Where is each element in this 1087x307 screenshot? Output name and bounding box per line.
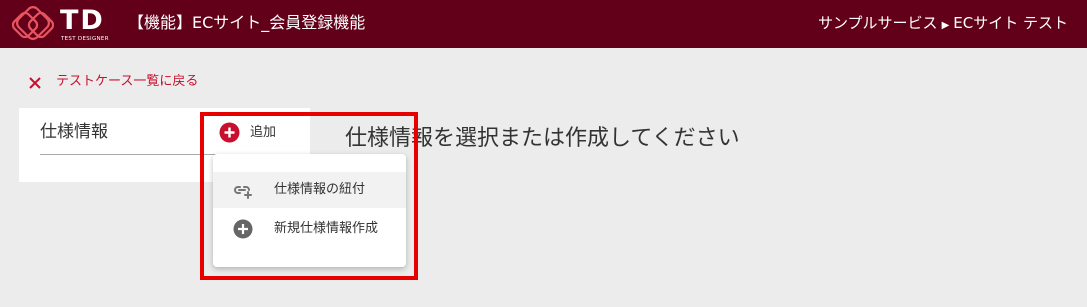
plus-circle-icon (219, 122, 240, 143)
spec-panel-title: 仕様情報 (40, 122, 108, 142)
add-dropdown-menu: 仕様情報の紐付 新規仕様情報作成 (213, 154, 406, 267)
logo-icon (12, 6, 54, 40)
plus-circle-icon (233, 219, 253, 239)
top-app-bar: TD TEST DESIGNER 【機能】ECサイト_会員登録機能 サンプルサー… (0, 0, 1087, 48)
back-link-label: テストケース一覧に戻る (56, 74, 199, 89)
logo-text: TD (60, 5, 105, 36)
menu-item-label: 仕様情報の紐付 (274, 182, 366, 197)
menu-item-link-spec[interactable]: 仕様情報の紐付 (213, 172, 406, 208)
menu-item-label: 新規仕様情報作成 (274, 221, 379, 236)
logo-subtext: TEST DESIGNER (61, 36, 109, 42)
breadcrumb: サンプルサービス ▶ ECサイト テスト (818, 12, 1068, 37)
empty-state-message: 仕様情報を選択または作成してください (345, 126, 740, 151)
add-button-label: 追加 (250, 125, 277, 140)
close-icon (29, 77, 41, 89)
page-title: 【機能】ECサイト_会員登録機能 (128, 13, 366, 32)
link-add-icon (234, 186, 252, 199)
breadcrumb-separator-icon: ▶ (941, 20, 950, 31)
breadcrumb-service[interactable]: サンプルサービス (818, 14, 938, 32)
menu-item-create-spec[interactable]: 新規仕様情報作成 (213, 211, 406, 247)
breadcrumb-project[interactable]: ECサイト テスト (953, 14, 1068, 32)
